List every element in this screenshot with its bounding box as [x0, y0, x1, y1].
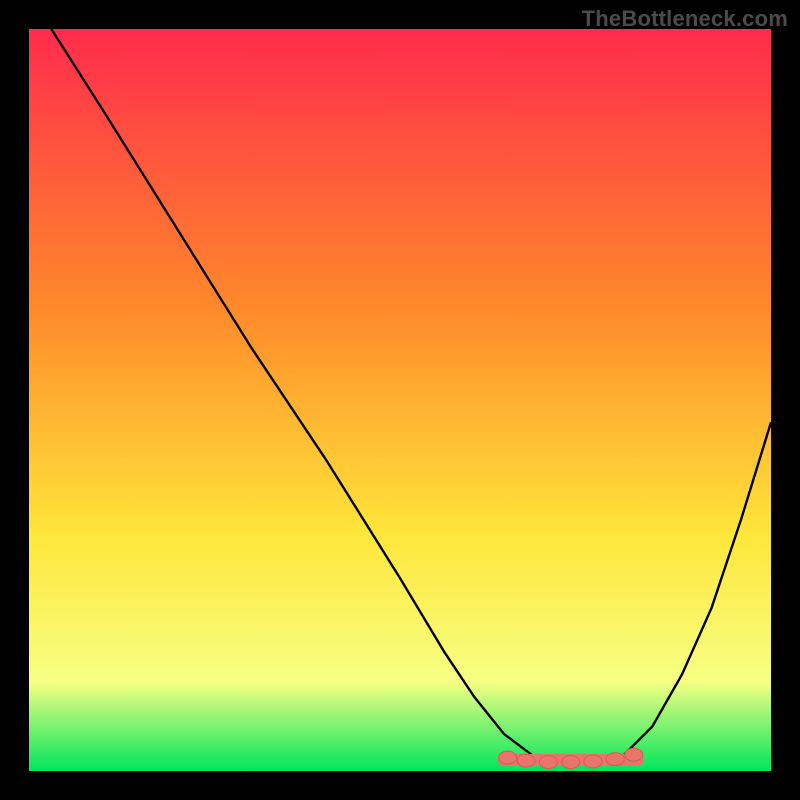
marker-dot	[625, 748, 643, 761]
marker-dot	[584, 755, 602, 768]
marker-dot	[606, 753, 624, 766]
chart-svg	[29, 29, 771, 771]
marker-dot	[499, 751, 517, 764]
watermark-text: TheBottleneck.com	[582, 6, 788, 32]
marker-dot	[517, 754, 535, 767]
marker-dot	[562, 756, 580, 769]
marker-dot	[539, 756, 557, 769]
plot-area	[29, 29, 771, 771]
gradient-background	[29, 29, 771, 771]
chart-frame: TheBottleneck.com	[0, 0, 800, 800]
